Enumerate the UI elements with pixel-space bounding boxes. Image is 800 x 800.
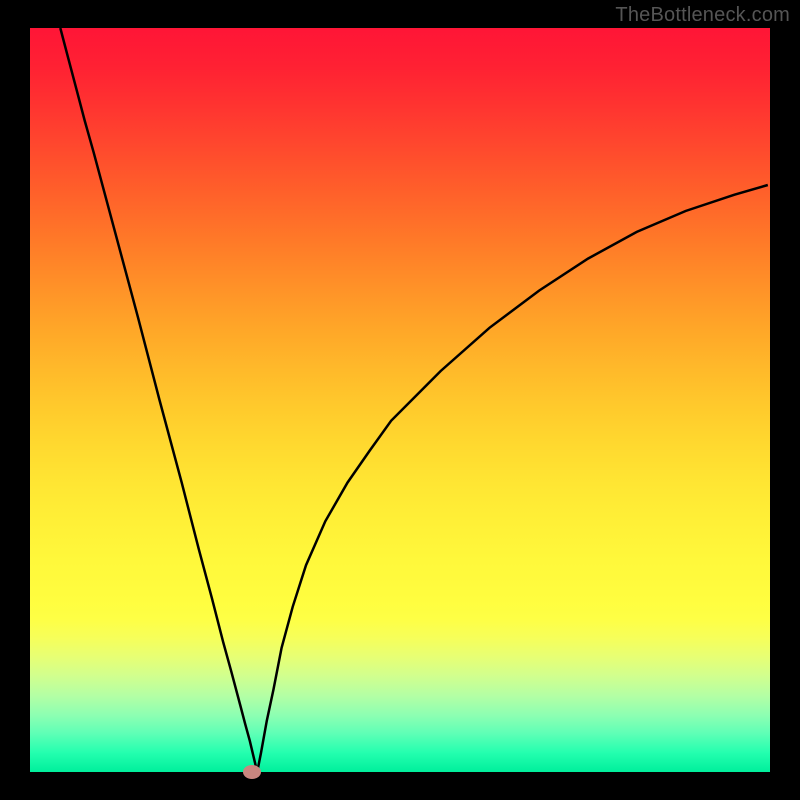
optimum-marker — [243, 765, 261, 779]
plot-area — [30, 28, 770, 779]
watermark-text: TheBottleneck.com — [615, 4, 790, 27]
chart-svg — [0, 0, 800, 800]
plot-background — [30, 28, 770, 772]
bottleneck-chart: TheBottleneck.com — [0, 0, 800, 800]
